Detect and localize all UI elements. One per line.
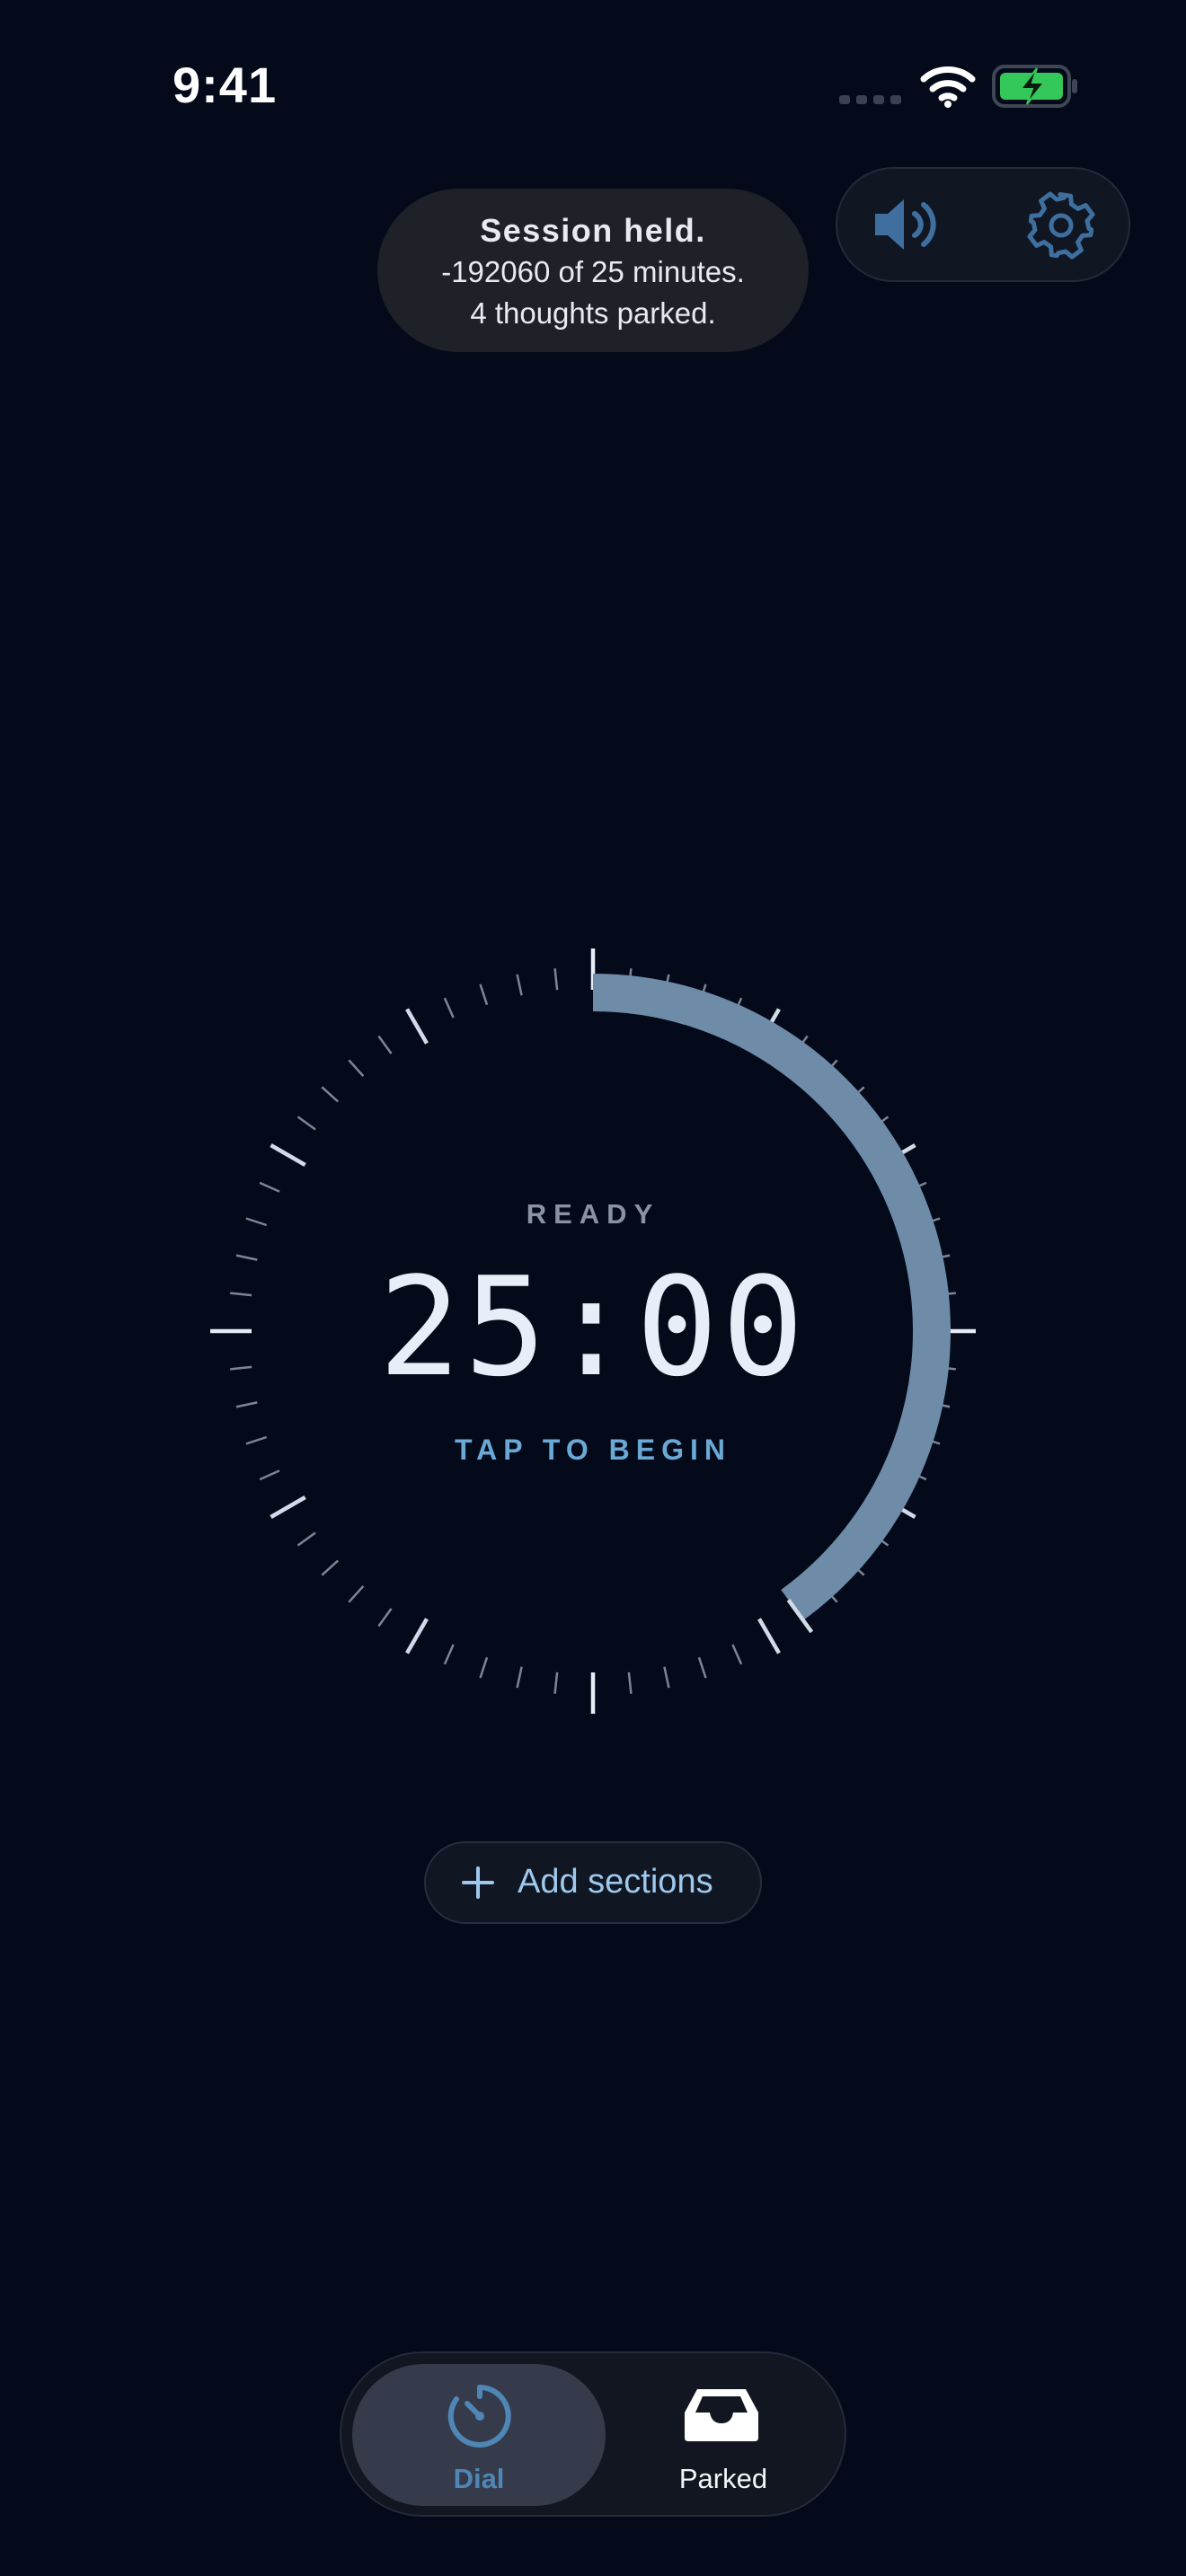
dial-tick xyxy=(663,1666,670,1689)
dial-tick xyxy=(230,1292,252,1297)
dial-tick xyxy=(405,1008,429,1045)
dial-tick xyxy=(235,1254,258,1261)
status-time: 9:41 xyxy=(173,57,278,113)
add-sections-label: Add sections xyxy=(518,1863,713,1901)
dial-tick xyxy=(697,1656,707,1679)
add-sections-button[interactable]: Add sections xyxy=(424,1841,762,1924)
dial-tick xyxy=(296,1116,316,1131)
dial-tick xyxy=(479,1656,489,1679)
timer-display[interactable]: 25:00 xyxy=(270,1256,916,1399)
dial-tick xyxy=(259,1469,280,1481)
dial-tick xyxy=(377,1035,393,1054)
dial-tick xyxy=(627,1672,633,1694)
dial-tick xyxy=(731,1644,743,1665)
wifi-icon xyxy=(920,66,976,108)
battery-charging-icon xyxy=(992,65,1077,108)
tab-dial[interactable]: Dial xyxy=(352,2364,606,2506)
toast-title: Session held. xyxy=(480,212,706,249)
timer-dial-icon xyxy=(447,2385,511,2448)
dial-tick xyxy=(270,1495,306,1519)
dial-state-label: READY xyxy=(526,1198,660,1230)
dial-tick xyxy=(348,1585,365,1603)
tab-parked-label: Parked xyxy=(678,2463,768,2494)
dial-tick xyxy=(245,1217,268,1227)
cellular-signal-icon xyxy=(839,95,901,104)
dial-tick xyxy=(321,1086,339,1103)
dial-tick xyxy=(553,1672,559,1694)
dial-tick xyxy=(321,1559,339,1576)
dial-tick xyxy=(443,1644,455,1665)
dial-tick xyxy=(230,1365,252,1371)
bottom-tab-bar: Dial Parked xyxy=(340,2351,846,2517)
dial-tick xyxy=(516,974,523,996)
dial-tick xyxy=(377,1608,393,1628)
dial-tick xyxy=(259,1181,280,1193)
toast-session-summary: -192060 of 25 minutes. xyxy=(441,255,745,288)
dial-tick xyxy=(516,1666,523,1689)
gear-icon[interactable] xyxy=(1022,187,1100,264)
dial-tick xyxy=(553,968,559,991)
tab-dial-label: Dial xyxy=(453,2463,505,2494)
plus-icon xyxy=(462,1866,494,1899)
speaker-icon[interactable] xyxy=(868,189,945,260)
tab-parked[interactable]: Parked xyxy=(607,2364,839,2506)
dial-tick xyxy=(348,1059,365,1077)
dial-tick xyxy=(479,984,489,1006)
inbox-tray-icon xyxy=(685,2389,758,2441)
dial-tick xyxy=(443,997,455,1019)
toast-parked-summary: 4 thoughts parked. xyxy=(470,296,716,330)
dial-tick xyxy=(245,1435,268,1445)
top-controls xyxy=(836,167,1130,282)
dial-tick xyxy=(757,1618,781,1654)
dial-tick xyxy=(296,1531,316,1547)
dial-tick xyxy=(270,1143,306,1167)
session-toast: Session held. -192060 of 25 minutes. 4 t… xyxy=(377,189,809,352)
dial-tick xyxy=(405,1618,429,1654)
dial-tick xyxy=(235,1401,258,1408)
tap-to-begin-hint[interactable]: TAP TO BEGIN xyxy=(323,1434,863,1467)
